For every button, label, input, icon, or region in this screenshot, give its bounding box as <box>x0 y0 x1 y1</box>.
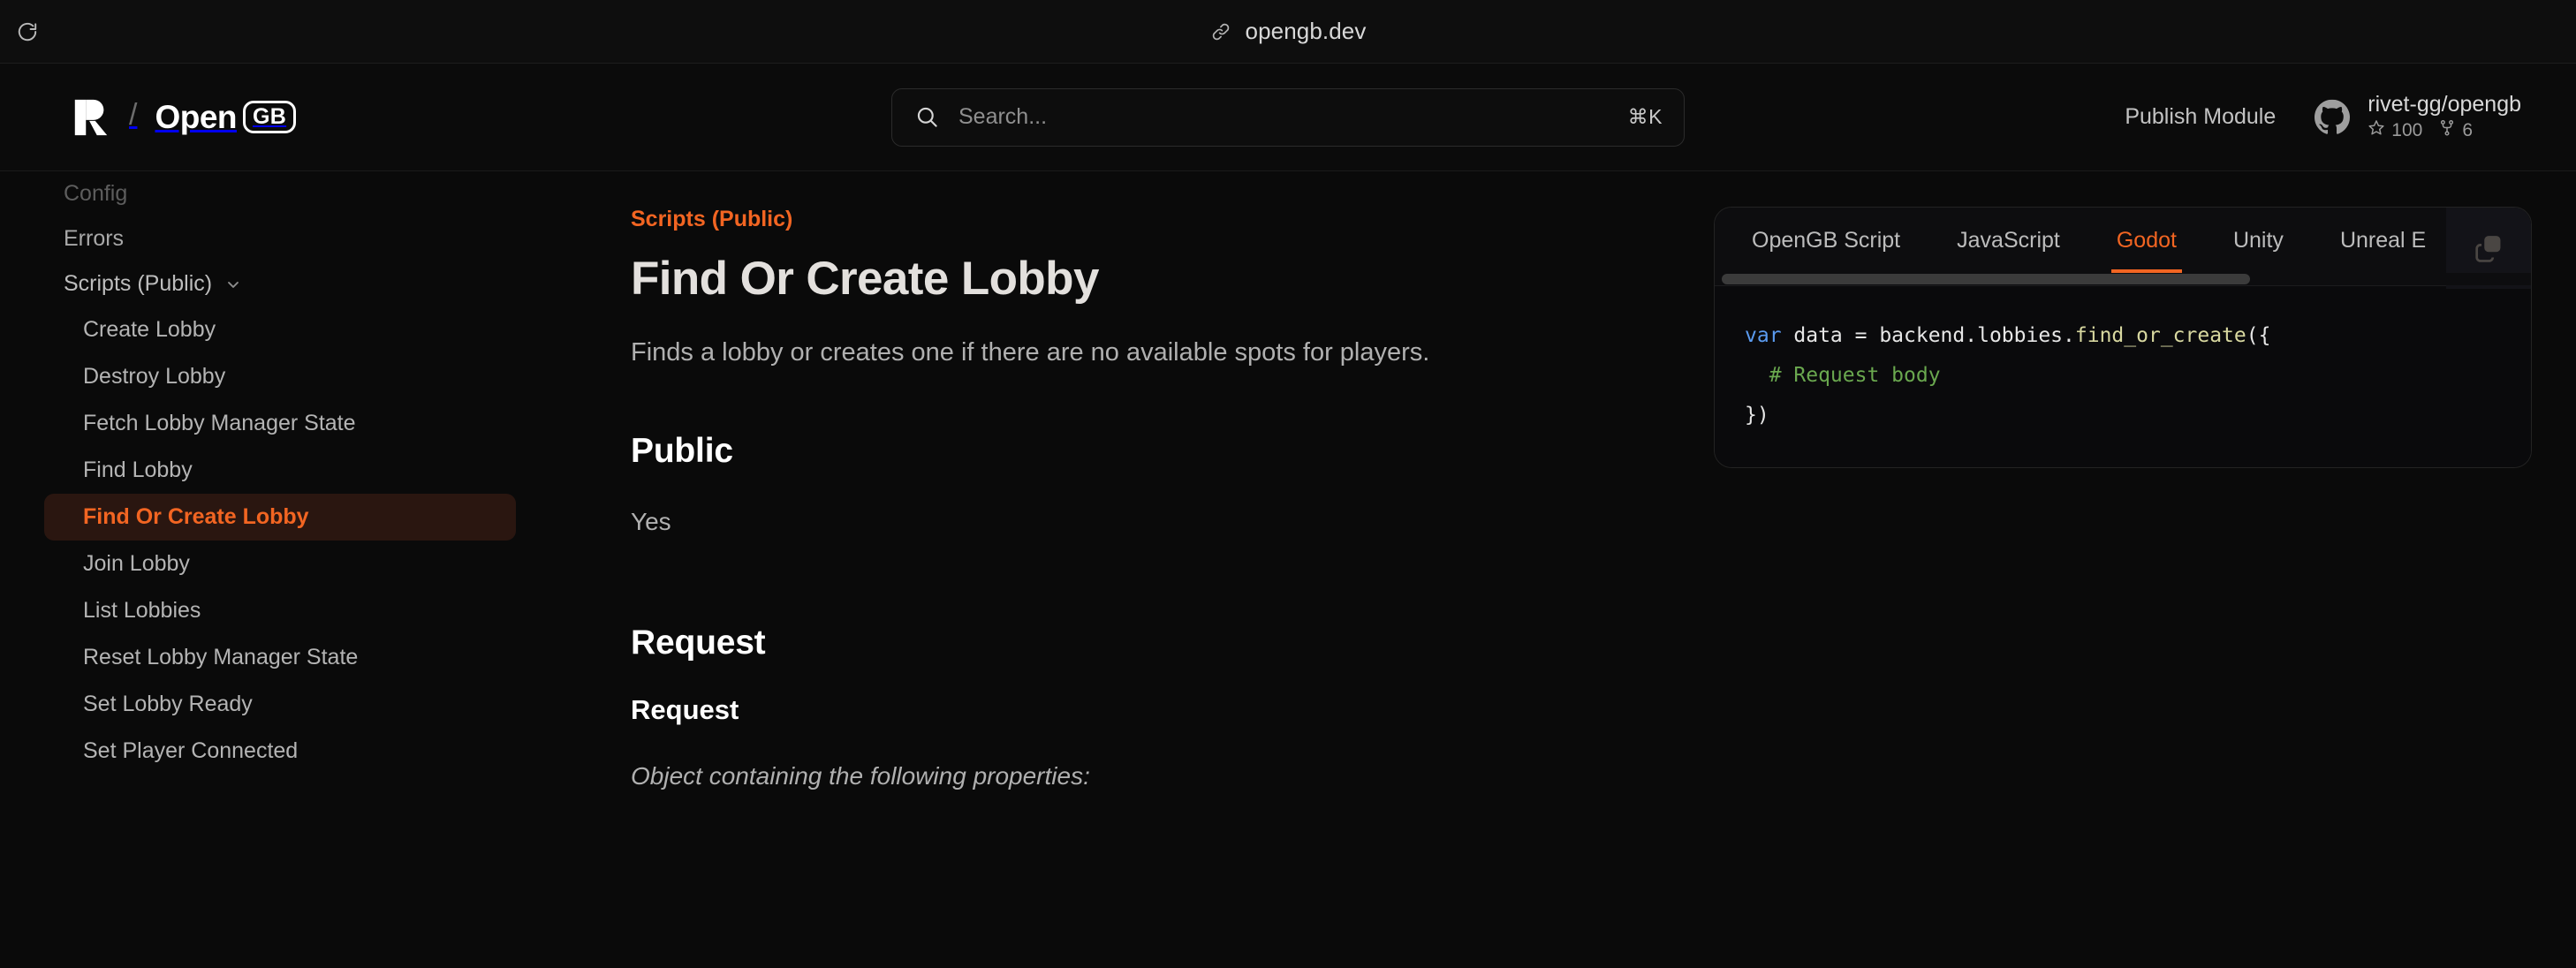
opengb-gb-badge: GB <box>243 100 297 134</box>
reload-icon[interactable] <box>12 17 42 47</box>
opengb-word: Open <box>155 98 238 135</box>
header-right-cluster: Publish Module rivet-gg/opengb 100 6 <box>2125 92 2521 142</box>
search-box[interactable]: ⌘K <box>891 87 1685 147</box>
main-content: Scripts (Public) Find Or Create Lobby Fi… <box>565 171 2576 968</box>
github-repo-link[interactable]: rivet-gg/opengb 100 6 <box>2315 92 2521 142</box>
section-heading-public: Public <box>631 431 733 470</box>
search-icon <box>915 105 939 129</box>
sidebar-item-find-or-create-lobby[interactable]: Find Or Create Lobby <box>44 494 516 541</box>
code-token-comment: # Request body <box>1745 363 1941 387</box>
doc-article: Scripts (Public) Find Or Create Lobby Fi… <box>565 207 1687 968</box>
repo-stars-count: 100 <box>2391 119 2423 140</box>
code-sample-body: var data = backend.lobbies.find_or_creat… <box>1715 285 2531 467</box>
subsection-heading-request: Request <box>631 693 739 725</box>
opengb-wordmark: Open GB <box>155 98 297 136</box>
tab-unreal-engine[interactable]: Unreal E <box>2312 208 2454 273</box>
repo-stats: 100 6 <box>2368 119 2521 142</box>
sidebar-item-set-lobby-ready[interactable]: Set Lobby Ready <box>44 681 516 728</box>
brand-home-link[interactable]: / Open GB <box>71 97 297 138</box>
address-display[interactable]: opengb.dev <box>1210 18 1367 45</box>
tab-godot[interactable]: Godot <box>2088 208 2205 273</box>
code-sample-column: OpenGB Script JavaScript Godot Unity Unr… <box>1687 207 2576 968</box>
url-text: opengb.dev <box>1245 18 1367 44</box>
star-icon <box>2368 119 2385 142</box>
code-token-expression: data = backend.lobbies. <box>1781 324 2075 347</box>
link-icon <box>1210 21 1231 42</box>
public-value: Yes <box>631 507 671 535</box>
brand-separator: / <box>129 98 138 132</box>
sidebar-item-list-lobbies[interactable]: List Lobbies <box>44 587 516 634</box>
code-tabs-wrap: OpenGB Script JavaScript Godot Unity Unr… <box>1715 208 2531 289</box>
code-token-keyword: var <box>1745 324 1782 347</box>
code-token-function: find_or_create <box>2074 324 2246 347</box>
page-title: Find Or Create Lobby <box>631 253 1099 305</box>
code-sample-card: OpenGB Script JavaScript Godot Unity Unr… <box>1714 207 2532 468</box>
sidebar-item-destroy-lobby[interactable]: Destroy Lobby <box>44 353 516 400</box>
sidebar-item-reset-lobby-manager-state[interactable]: Reset Lobby Manager State <box>44 634 516 681</box>
github-icon <box>2315 99 2351 135</box>
browser-chrome-bar: opengb.dev <box>0 0 2576 64</box>
breadcrumb-eyebrow[interactable]: Scripts (Public) <box>631 207 1634 232</box>
sidebar-group-scripts-public[interactable]: Scripts (Public) <box>44 261 516 306</box>
chevron-down-icon[interactable] <box>224 276 242 293</box>
repo-name: rivet-gg/opengb <box>2368 91 2521 117</box>
page-shell: Config Errors Scripts (Public) Create Lo… <box>0 171 2576 968</box>
sidebar-item-config[interactable]: Config <box>44 171 516 216</box>
repo-stars: 100 <box>2368 119 2422 142</box>
request-properties-note: Object containing the following properti… <box>631 761 1090 790</box>
site-header: / Open GB ⌘K Publish Module rivet-gg/ope… <box>0 64 2576 171</box>
scrollbar-thumb[interactable] <box>1722 274 2250 284</box>
sidebar-nav: Config Errors Scripts (Public) Create Lo… <box>0 171 565 968</box>
sidebar-scripts-list: Create Lobby Destroy Lobby Fetch Lobby M… <box>44 306 516 775</box>
publish-module-link[interactable]: Publish Module <box>2125 104 2276 130</box>
section-heading-request: Request <box>631 623 766 662</box>
repo-forks: 6 <box>2438 119 2473 142</box>
repo-meta: rivet-gg/opengb 100 6 <box>2368 92 2521 142</box>
sidebar-item-find-lobby[interactable]: Find Lobby <box>44 447 516 494</box>
search-shortcut-hint: ⌘K <box>1627 105 1663 128</box>
sidebar-group-label: Scripts (Public) <box>64 271 213 296</box>
sidebar-item-join-lobby[interactable]: Join Lobby <box>44 541 516 587</box>
search-input[interactable] <box>958 104 1609 130</box>
tab-opengb-script[interactable]: OpenGB Script <box>1724 208 1928 273</box>
code-tabs-scrollbar[interactable] <box>1715 273 2531 285</box>
sidebar-item-errors[interactable]: Errors <box>44 216 516 261</box>
sidebar-item-fetch-lobby-manager-state[interactable]: Fetch Lobby Manager State <box>44 400 516 447</box>
repo-forks-count: 6 <box>2462 119 2473 140</box>
sidebar-top-list: Config Errors <box>44 171 516 261</box>
tab-unity[interactable]: Unity <box>2205 208 2312 273</box>
tab-javascript[interactable]: JavaScript <box>1928 208 2088 273</box>
code-token-open-brace: ({ <box>2246 324 2271 347</box>
sidebar-item-set-player-connected[interactable]: Set Player Connected <box>44 728 516 775</box>
code-language-tabs[interactable]: OpenGB Script JavaScript Godot Unity Unr… <box>1715 208 2531 273</box>
page-description: Finds a lobby or creates one if there ar… <box>631 338 1430 367</box>
sidebar-item-create-lobby[interactable]: Create Lobby <box>44 306 516 353</box>
code-token-close-brace: }) <box>1745 403 1769 427</box>
fork-icon <box>2438 119 2456 142</box>
rivet-logo-icon <box>71 97 111 138</box>
